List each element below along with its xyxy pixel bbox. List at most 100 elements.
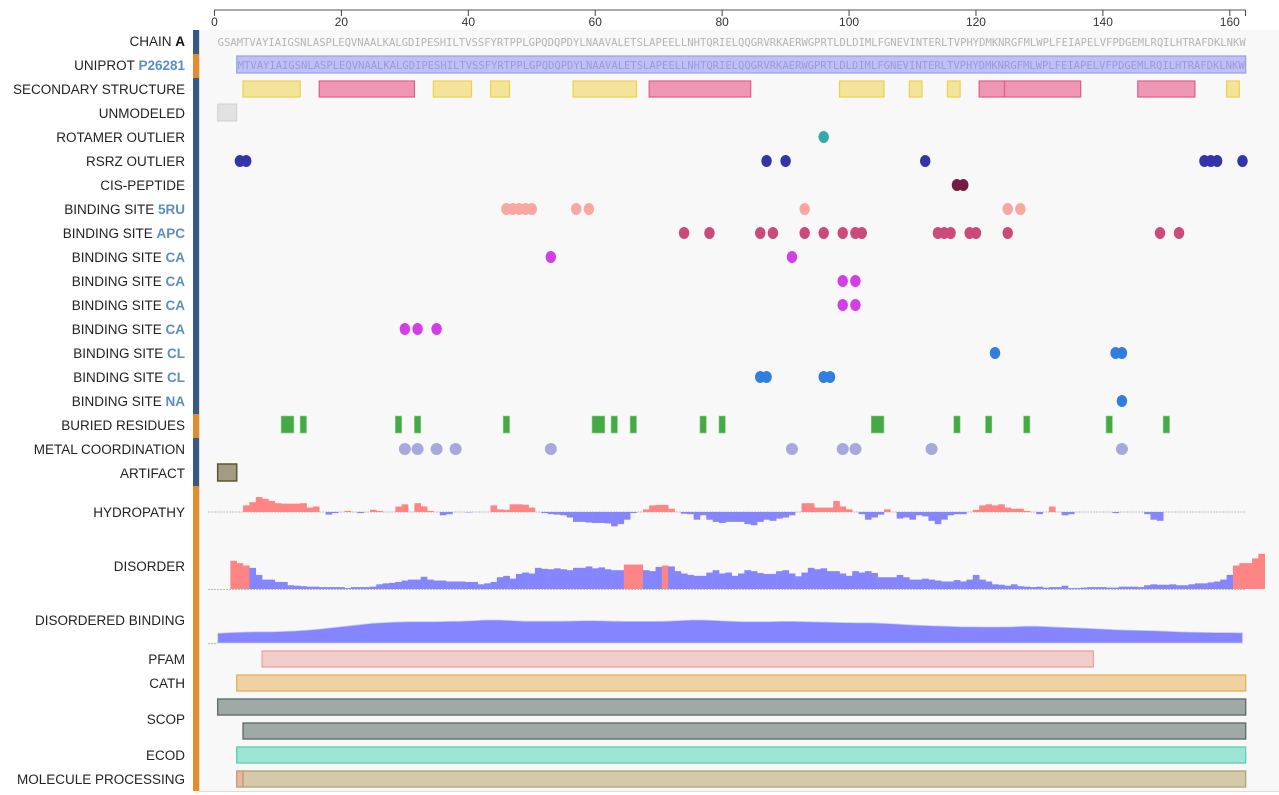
disorder-bar	[763, 573, 771, 589]
hydropathy-bar	[503, 509, 510, 512]
disorder-bar	[928, 579, 936, 589]
buried-residue-segment	[280, 415, 295, 434]
disorder-bar	[858, 572, 866, 589]
disorder-bar	[604, 569, 612, 589]
disorder-bar	[281, 581, 288, 589]
disorder-bar	[941, 581, 948, 589]
disorder-bar	[1201, 583, 1208, 589]
disorder-bar	[801, 572, 809, 589]
disorder-bar	[909, 579, 916, 589]
disorder-bar	[1017, 586, 1024, 589]
hydropathy-bar	[446, 512, 453, 515]
disorder-bar	[465, 581, 472, 589]
site-point	[704, 227, 715, 239]
disorder-bar	[896, 574, 904, 589]
hydropathy-bar	[922, 512, 929, 517]
buried-residue-segment	[591, 415, 606, 434]
disorder-bar	[490, 581, 498, 589]
unmodeled-segment	[217, 103, 238, 122]
site-point	[818, 227, 829, 239]
disordered-binding-area	[217, 619, 1243, 644]
disorder-bar	[744, 570, 752, 589]
disorder-bar	[573, 567, 580, 589]
helix-segment	[978, 80, 1006, 98]
disorder-bar	[750, 571, 758, 589]
hydropathy-bar	[941, 512, 948, 520]
buried-residue-segment	[629, 415, 637, 434]
hydropathy-bar	[915, 512, 923, 516]
disorder-bar	[236, 563, 244, 589]
disorder-bar	[731, 575, 739, 589]
disorder-bar	[1137, 587, 1145, 589]
disorder-bar	[1118, 586, 1126, 589]
buried-residue-segment	[610, 415, 618, 434]
hydropathy-bar	[306, 507, 314, 512]
disorder-bar	[1099, 587, 1107, 589]
metal-coordination-point	[785, 443, 798, 455]
hydropathy-bar	[515, 504, 523, 512]
disorder-bar	[274, 581, 282, 589]
hydropathy-bar	[293, 503, 301, 512]
hydropathy-bar	[585, 512, 593, 523]
disorder-bar	[496, 577, 504, 589]
disorder-bar	[903, 577, 910, 589]
disorder-bar	[1042, 587, 1050, 589]
hydropathy-bar	[560, 512, 567, 516]
site-point	[780, 155, 791, 167]
hydropathy-bar	[814, 507, 821, 512]
disorder-bar	[782, 570, 790, 589]
strand-segment	[1226, 80, 1240, 98]
site-point	[1116, 395, 1128, 407]
disorder-bar	[1106, 587, 1113, 589]
disorder-bar	[636, 564, 644, 589]
hydropathy-bar	[979, 505, 986, 512]
disorder-bar	[389, 582, 396, 589]
hydropathy-bar	[357, 512, 364, 514]
hydropathy-bar	[427, 510, 434, 512]
disorder-bar	[477, 584, 485, 589]
disorder-bar	[547, 569, 555, 589]
axis-tick-label: 100	[839, 15, 859, 29]
hydropathy-bar	[325, 512, 333, 515]
hydropathy-bar	[376, 510, 383, 512]
disorder-bar	[953, 580, 961, 589]
disorder-bar	[674, 571, 682, 589]
buried-residue-segment	[718, 415, 726, 434]
site-point	[399, 323, 411, 335]
buried-residue-segment	[1162, 415, 1170, 434]
hydropathy-bar	[839, 506, 847, 512]
hydropathy-bar	[1023, 510, 1031, 512]
disorder-bar	[1175, 585, 1183, 589]
disorder-bar	[788, 573, 796, 589]
hydropathy-bar	[845, 509, 853, 512]
hydropathy-bar	[249, 502, 257, 512]
disorder-bar	[630, 564, 637, 589]
hydropathy-bar	[776, 512, 783, 519]
disorder-bar	[427, 579, 434, 589]
hydropathy-bar	[858, 512, 866, 515]
site-point	[1002, 203, 1013, 215]
buried-residue-segment	[1023, 415, 1031, 434]
hydropathy-bar	[953, 512, 961, 515]
metal-coordination-point	[849, 443, 862, 455]
disorder-bar	[738, 573, 745, 589]
disorder-bar	[560, 569, 567, 589]
scop-domain	[242, 722, 1247, 740]
buried-residue-segment	[870, 415, 885, 434]
disorder-bar	[712, 570, 720, 589]
disorder-bar	[922, 578, 929, 589]
hydropathy-bar	[1144, 512, 1151, 515]
disorder-bar	[871, 573, 878, 589]
disorder-bar	[420, 576, 428, 589]
molecule-processing-domain	[236, 770, 244, 788]
disorder-bar	[1239, 563, 1246, 589]
metal-coordination-point	[836, 443, 849, 455]
disorder-bar	[725, 572, 732, 589]
feature-viewer-chart[interactable]: 0 20 40 60 80 100 120 140 160 GSAMTVAYIAIGSNLASPL…	[0, 0, 1279, 795]
disorder-bar	[1182, 585, 1189, 589]
disorder-bar	[1131, 586, 1139, 589]
site-point	[799, 203, 810, 215]
disorder-bar	[655, 566, 663, 589]
hydropathy-bar	[1067, 512, 1075, 515]
disorder-bar	[1048, 587, 1056, 589]
